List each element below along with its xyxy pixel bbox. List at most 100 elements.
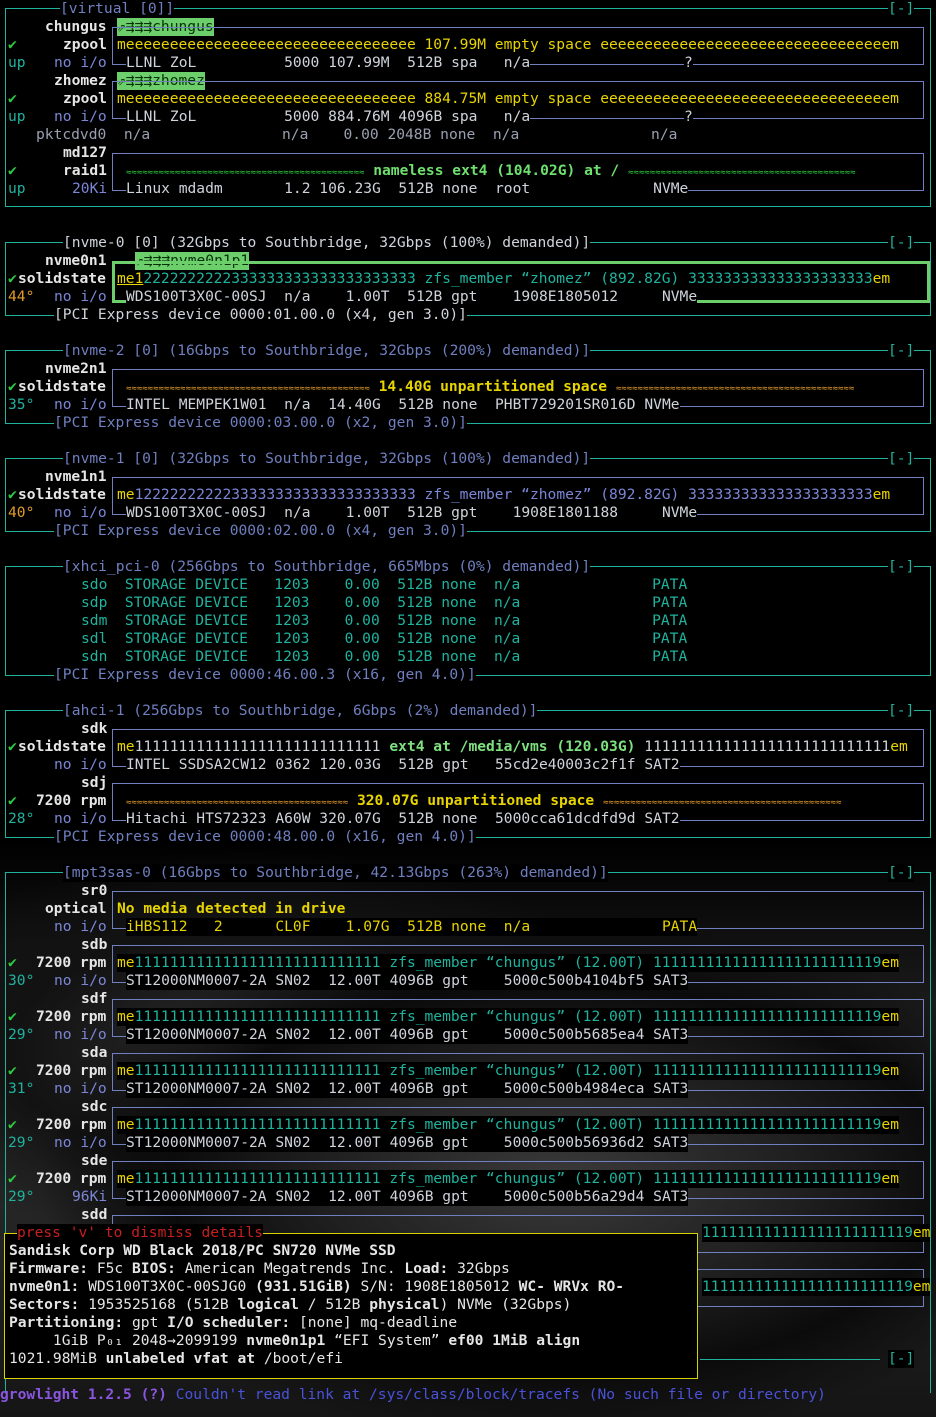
device-name[interactable]: sde [81,1152,107,1170]
pci-label: [PCI Express device 0000:01.00.0 (x4, ge… [54,306,467,324]
bar-body: 111111111111111111111119 [702,1278,913,1295]
value: (931.51GiB) [255,1278,352,1295]
bar-body: 1111111111111111111111111111 zfs_member … [134,954,882,971]
ahci-section-title[interactable]: [ahci-1 (256Gbps to Southbridge, 6Gbps (… [63,702,538,720]
label: Partitioning: [9,1314,124,1331]
label: BIOS: [132,1260,176,1277]
device-row[interactable]: sdm STORAGE DEVICE 1203 0.00 512B none n… [81,612,687,630]
bar-prefix: me1 [117,270,144,287]
device-name[interactable]: sdb [81,936,107,954]
pci-label: [PCI Express device 0000:03.00.0 (x2, ge… [54,414,467,432]
device-name-nvme0n1[interactable]: nvme0n1 [45,252,107,270]
filesystem-line[interactable]: 1021.98MiB unlabeled vfat at /boot/efi [9,1350,343,1368]
status-check-icon: ✔ [8,270,17,287]
bar-suffix: em [912,1224,931,1241]
bar-body: 1111111111111111111111111111 zfs_member … [134,1008,882,1025]
value: “EFI System” [325,1332,449,1349]
device-name-nvme2n1[interactable]: nvme2n1 [45,360,107,378]
device-bar-label: meeeeeeeeeeeeeeeeeeeeeeeeeeeeeeeee 884.7… [117,90,899,108]
status-check-icon: ✔ [8,378,17,395]
xhci-collapse-button[interactable]: [-] [888,558,915,576]
device-temp: 35° [8,396,35,413]
device-temp: 29° [8,1026,35,1043]
nvme0-collapse-button[interactable]: [-] [888,234,915,252]
device-name[interactable]: sda [81,1044,107,1062]
status-message: Couldn't read link at /sys/class/block/t… [166,1386,826,1403]
mpt-collapse-button-2[interactable]: [-] [888,1350,915,1368]
device-io: no i/o [54,1080,107,1097]
mpt-section-title[interactable]: [mpt3sas-0 (16Gbps to Southbridge, 42.13… [63,864,608,882]
device-name-zhomez[interactable]: zhomez [54,72,107,90]
device-details: WDS100T3X0C-00SJ n/a 1.00T 512B gpt 1908… [126,504,698,522]
bar-body: 2222222222333333333333333333333 zfs_memb… [143,270,873,287]
bar-suffix: em [912,1278,931,1295]
device-state: 7200 rpm [36,1116,107,1133]
wave-fill: ≈≈≈≈≈≈≈≈≈≈≈≈≈≈≈≈≈≈≈≈≈≈≈≈≈≈≈≈≈≈≈≈≈≈≈≈≈≈≈≈… [602,798,842,808]
device-name-sdk[interactable]: sdk [81,720,107,738]
details-popup[interactable]: press 'v' to dismiss details Sandisk Cor… [4,1224,698,1379]
device-name-sdj[interactable]: sdj [81,774,107,792]
device-name[interactable]: sdf [81,990,107,1008]
device-io: no i/o [54,918,107,935]
device-io: 96Ki [72,1188,108,1205]
device-up: up [8,180,26,197]
device-state: zpool [63,36,107,53]
label: I/O scheduler: [167,1314,291,1331]
wave-fill: ≈≈≈≈≈≈≈≈≈≈≈≈≈≈≈≈≈≈≈≈≈≈≈≈≈≈≈≈≈≈≈≈≈≈≈≈≈≈≈≈… [126,798,349,808]
device-details: ST12000NM0007-2A SN02 12.00T 4096B gpt 5… [126,1188,689,1206]
firmware-line: Firmware: F5c BIOS: American Megatrends … [9,1260,510,1278]
device-state: 7200 rpm [36,792,107,809]
device-name-sdd[interactable]: sdd [81,1206,107,1224]
value: gpt [123,1314,168,1331]
ahci-collapse-button[interactable]: [-] [888,702,915,720]
label: S/N: [351,1278,405,1295]
device-state: 7200 rpm [36,1170,107,1187]
device-state: optical [45,900,107,917]
partition-line[interactable]: 1GiB P₀₁ 2048→2099199 nvme0n1p1 “EFI Sys… [9,1332,580,1350]
bar-prefix: me [117,1116,135,1133]
unpartitioned-space[interactable]: ≈≈≈≈≈≈≈≈≈≈≈≈≈≈≈≈≈≈≈≈≈≈≈≈≈≈≈≈≈≈≈≈≈≈≈≈≈≈≈≈… [126,792,842,810]
unpartitioned-space[interactable]: ≈≈≈≈≈≈≈≈≈≈≈≈≈≈≈≈≈≈≈≈≈≈≈≈≈≈≈≈≈≈≈≈≈≈≈≈≈≈≈≈… [126,378,855,396]
nvme0-section-title[interactable]: [nvme-0 [0] (32Gbps to Southbridge, 32Gb… [63,234,591,252]
device-temp: 28° [8,810,35,827]
bar-suffix: em [890,738,908,755]
device-up: up [8,108,26,125]
nvme2-collapse-button[interactable]: [-] [888,342,915,360]
status-check-icon: ✔ [8,36,17,53]
device-details: WDS100T3X0C-00SJ n/a 1.00T 512B gpt 1908… [126,288,698,306]
device-name-chungus[interactable]: chungus [45,18,107,36]
status-check-icon: ✔ [8,1062,17,1079]
device-name[interactable]: sdc [81,1098,107,1116]
device-bar-label: me12222222222333333333333333333333 zfs_m… [117,270,891,288]
mpt-collapse-button[interactable]: [-] [888,864,915,882]
bar-prefix: me [117,1062,135,1079]
pci-label: [PCI Express device 0000:48.00.0 (x16, g… [54,828,476,846]
device-name-nvme1n1[interactable]: nvme1n1 [45,468,107,486]
nvme1-collapse-button[interactable]: [-] [888,450,915,468]
device-io: no i/o [54,756,107,773]
device-details: ST12000NM0007-2A SN02 12.00T 4096B gpt 5… [126,972,689,990]
device-bar-label: me1111111111111111111111111111 zfs_membe… [117,1008,899,1026]
device-row[interactable]: sdn STORAGE DEVICE 1203 0.00 512B none n… [81,648,687,666]
virtual-section-title[interactable]: [virtual [0]] [60,0,175,18]
device-row[interactable]: sdl STORAGE DEVICE 1203 0.00 512B none n… [81,630,687,648]
nvme1-section-title[interactable]: [nvme-1 [0] (32Gbps to Southbridge, 32Gb… [63,450,591,468]
device-row[interactable]: sdp STORAGE DEVICE 1203 0.00 512B none n… [81,594,687,612]
dismiss-hint[interactable]: press 'v' to dismiss details [17,1224,264,1242]
device-details: ST12000NM0007-2A SN02 12.00T 4096B gpt 5… [126,1080,689,1098]
status-bar: growlight 1.2.5 (?) Couldn't read link a… [0,1386,826,1404]
device-name-sr0[interactable]: sr0 [81,882,107,900]
nvme2-section-title[interactable]: [nvme-2 [0] (16Gbps to Southbridge, 32Gb… [63,342,591,360]
partition-md127[interactable]: ≈≈≈≈≈≈≈≈≈≈≈≈≈≈≈≈≈≈≈≈≈≈≈≈≈≈≈≈≈≈≈≈≈≈≈≈≈≈≈≈… [126,162,856,180]
value: 1908E1805012 [404,1278,510,1295]
xhci-section-title[interactable]: [xhci_pci-0 (256Gbps to Southbridge, 665… [63,558,591,576]
status-check-icon: ✔ [8,792,17,809]
device-row[interactable]: sdo STORAGE DEVICE 1203 0.00 512B none n… [81,576,687,594]
device-io: no i/o [54,54,107,71]
bar-prefix: me [117,738,135,755]
virtual-collapse-button[interactable]: [-] [888,0,915,18]
device-row-pktcdvd0[interactable]: pktcdvd0 n/a n/a 0.00 2048B none n/a n/a [36,126,677,144]
device-temp: 29° [8,1188,35,1205]
device-name-md127[interactable]: md127 [63,144,107,162]
device-state: solidstate [18,486,106,503]
